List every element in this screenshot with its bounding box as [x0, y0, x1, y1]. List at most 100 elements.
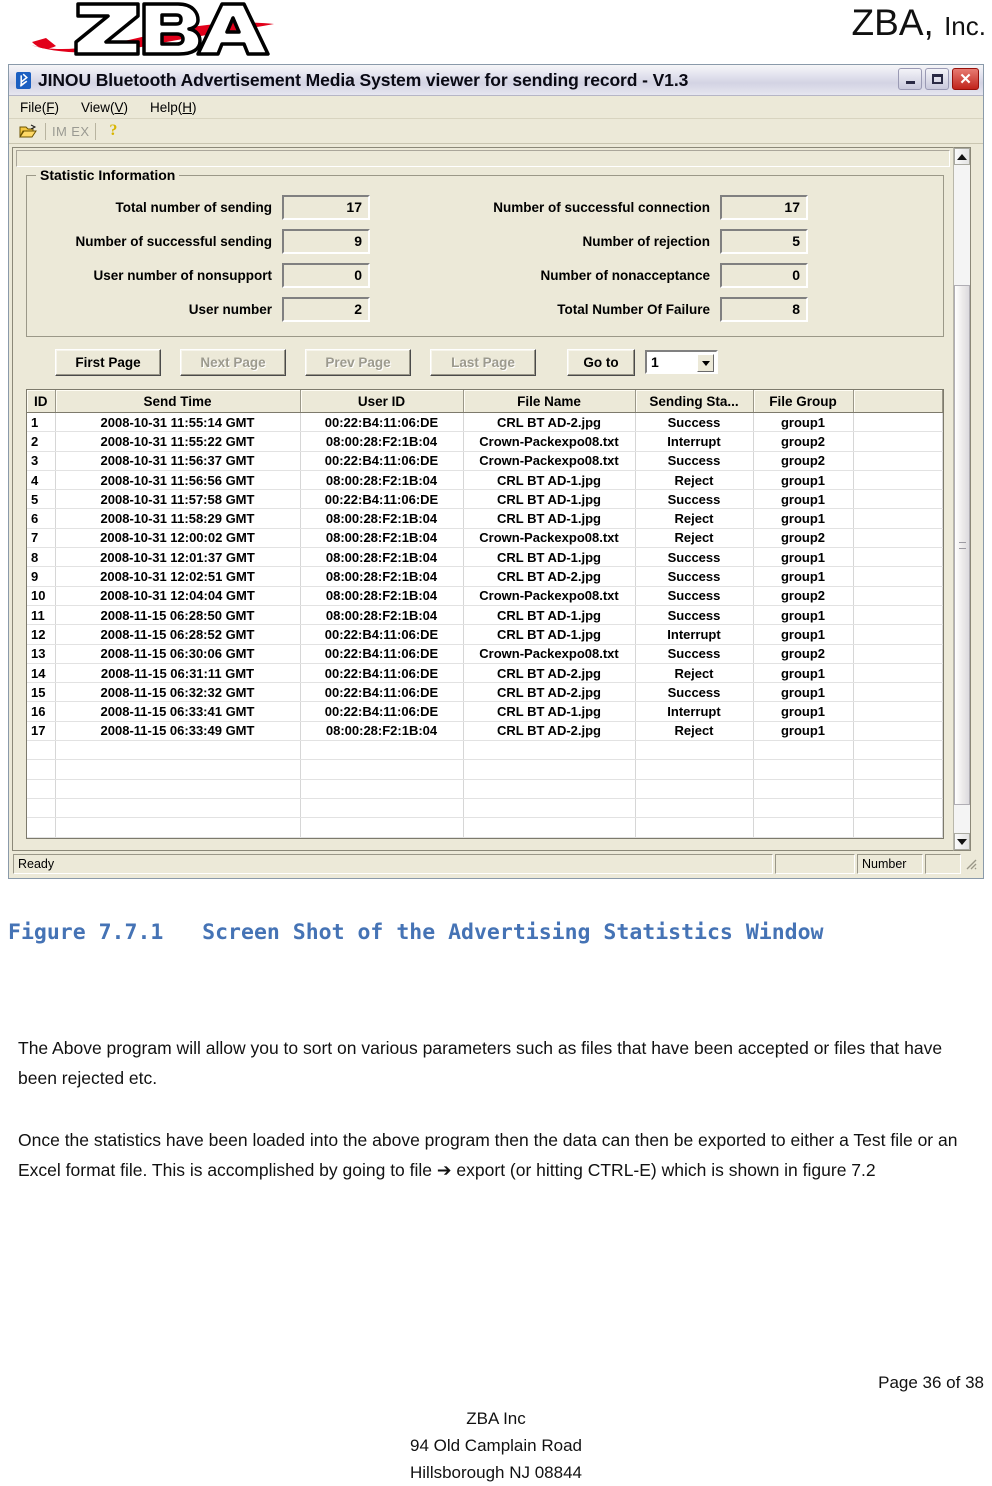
menu-item-help[interactable]: Help(H) — [147, 99, 200, 116]
cell-empty — [300, 740, 464, 761]
label-total-number-of-sending: Total number of sending — [115, 199, 273, 215]
go-to-button[interactable]: Go to — [567, 348, 635, 376]
table-row-empty[interactable] — [27, 779, 943, 799]
records-grid[interactable]: ID Send Time User ID File Name Sending S… — [26, 389, 944, 839]
cell-file-name: CRL BT AD-1.jpg — [463, 508, 636, 529]
next-page-button[interactable]: Next Page — [180, 348, 286, 376]
cell-id: 8 — [27, 547, 56, 568]
cell-user-id: 08:00:28:F2:1B:04 — [300, 566, 464, 587]
cell-file-name: Crown-Packexpo08.txt — [463, 586, 636, 606]
scroll-up-button[interactable] — [954, 148, 970, 165]
prev-page-button[interactable]: Prev Page — [305, 348, 411, 376]
table-row-empty[interactable] — [27, 798, 943, 819]
help-icon[interactable]: ? — [100, 120, 126, 142]
table-row[interactable]: 5 2008-10-31 11:57:58 GMT 00:22:B4:11:06:D… — [27, 489, 943, 510]
cell-sending-status: Success — [635, 547, 754, 568]
table-row-empty[interactable] — [27, 740, 943, 761]
menu-item-file[interactable]: File(F) — [17, 99, 62, 116]
cell-empty — [300, 798, 464, 819]
cell-spacer — [853, 663, 943, 684]
cell-user-id: 00:22:B4:11:06:DE — [300, 451, 464, 471]
cell-file-name: Crown-Packexpo08.txt — [463, 528, 636, 549]
field-total-number-of-failure: 8 — [720, 296, 808, 322]
scrollbar-track[interactable] — [954, 165, 970, 833]
close-button[interactable]: ✕ — [952, 68, 979, 90]
cell-file-name: CRL BT AD-1.jpg — [463, 605, 636, 626]
cell-send-time: 2008-10-31 11:56:56 GMT — [55, 470, 301, 491]
stat-row: User number of nonsupport 0 Number of no… — [27, 258, 943, 292]
table-row[interactable]: 16 2008-11-15 06:33:41 GMT 00:22:B4:11:06:… — [27, 701, 943, 722]
cell-spacer — [853, 451, 943, 471]
stat-row: Number of successful sending 9 Number of… — [27, 224, 943, 258]
table-row[interactable]: 11 2008-11-15 06:28:50 GMT 08:00:28:F2:1B:… — [27, 605, 943, 626]
cell-empty — [753, 759, 854, 780]
toolbar-export-button[interactable]: EX — [69, 124, 91, 139]
table-row[interactable]: 10 2008-10-31 12:04:04 GMT 08:00:28:F2:1B:… — [27, 586, 943, 606]
cell-file-group: group1 — [753, 701, 854, 722]
toolbar-import-button[interactable]: IM — [50, 124, 69, 139]
table-row[interactable]: 15 2008-11-15 06:32:32 GMT 00:22:B4:11:06:… — [27, 682, 943, 703]
label-number-of-successful-sending: Number of successful sending — [75, 233, 272, 249]
table-row[interactable]: 8 2008-10-31 12:01:37 GMT 08:00:28:F2:1B:0… — [27, 547, 943, 568]
column-header-spacer[interactable] — [853, 390, 943, 413]
open-folder-icon[interactable] — [15, 120, 41, 142]
maximize-button[interactable] — [925, 68, 949, 90]
table-row[interactable]: 4 2008-10-31 11:56:56 GMT 08:00:28:F2:1B:0… — [27, 470, 943, 491]
cell-user-id: 00:22:B4:11:06:DE — [300, 682, 464, 703]
table-row[interactable]: 14 2008-11-15 06:31:11 GMT 00:22:B4:11:06:… — [27, 663, 943, 684]
scroll-down-button[interactable] — [954, 833, 970, 850]
cell-file-group: group1 — [753, 605, 854, 626]
table-row-empty[interactable] — [27, 817, 943, 838]
first-page-button[interactable]: First Page — [55, 348, 161, 376]
cell-empty — [635, 817, 754, 838]
table-row[interactable]: 7 2008-10-31 12:00:02 GMT 08:00:28:F2:1B:0… — [27, 528, 943, 549]
label-user-number: User number — [188, 301, 272, 317]
minimize-button[interactable] — [898, 68, 922, 90]
cell-file-group: group1 — [753, 508, 854, 529]
cell-empty — [300, 779, 464, 799]
table-row[interactable]: 6 2008-10-31 11:58:29 GMT 08:00:28:F2:1B:0… — [27, 508, 943, 529]
label-number-of-successful-connection: Number of successful connection — [493, 199, 710, 215]
table-row[interactable]: 9 2008-10-31 12:02:51 GMT 08:00:28:F2:1B:0… — [27, 566, 943, 587]
cell-spacer — [853, 566, 943, 587]
chevron-down-icon[interactable] — [697, 354, 714, 372]
top-edit-strip — [16, 150, 950, 167]
resize-grip-icon[interactable] — [963, 856, 979, 872]
cell-user-id: 08:00:28:F2:1B:04 — [300, 547, 464, 568]
menu-item-view[interactable]: View(V) — [78, 99, 131, 116]
column-header-send-time[interactable]: Send Time — [55, 390, 301, 413]
table-row[interactable]: 2 2008-10-31 11:55:22 GMT 08:00:28:F2:1B:0… — [27, 431, 943, 452]
vertical-scrollbar[interactable] — [953, 147, 971, 851]
cell-send-time: 2008-11-15 06:28:52 GMT — [55, 624, 301, 645]
cell-sending-status: Success — [635, 605, 754, 626]
cell-empty — [463, 740, 636, 761]
cell-send-time: 2008-10-31 11:56:37 GMT — [55, 451, 301, 471]
last-page-button[interactable]: Last Page — [430, 348, 536, 376]
label-number-of-rejection: Number of rejection — [582, 233, 710, 249]
cell-id: 15 — [27, 682, 56, 703]
cell-sending-status: Success — [635, 451, 754, 471]
column-header-sending-status[interactable]: Sending Sta... — [635, 390, 754, 413]
table-row[interactable]: 13 2008-11-15 06:30:06 GMT 00:22:B4:11:06:… — [27, 644, 943, 664]
cell-file-name: CRL BT AD-1.jpg — [463, 489, 636, 510]
cell-file-group: group2 — [753, 528, 854, 549]
column-header-id[interactable]: ID — [27, 390, 56, 413]
cell-user-id: 08:00:28:F2:1B:04 — [300, 721, 464, 742]
cell-send-time: 2008-10-31 11:57:58 GMT — [55, 489, 301, 510]
cell-id: 7 — [27, 528, 56, 549]
table-row[interactable]: 17 2008-11-15 06:33:49 GMT 08:00:28:F2:1B:… — [27, 721, 943, 742]
table-row[interactable]: 12 2008-11-15 06:28:52 GMT 00:22:B4:11:06:… — [27, 624, 943, 645]
column-header-file-group[interactable]: File Group — [753, 390, 854, 413]
cell-id: 14 — [27, 663, 56, 684]
page-select-dropdown[interactable]: 1 — [645, 350, 718, 374]
table-row[interactable]: 3 2008-10-31 11:56:37 GMT 00:22:B4:11:06:D… — [27, 451, 943, 471]
cell-empty — [463, 779, 636, 799]
scrollbar-thumb[interactable] — [954, 285, 970, 805]
table-row[interactable]: 1 2008-10-31 11:55:14 GMT 00:22:B4:11:06:D… — [27, 412, 943, 433]
column-header-file-name[interactable]: File Name — [463, 390, 636, 413]
cell-id: 1 — [27, 412, 56, 433]
cell-empty — [55, 817, 301, 838]
cell-user-id: 00:22:B4:11:06:DE — [300, 701, 464, 722]
column-header-user-id[interactable]: User ID — [300, 390, 464, 413]
table-row-empty[interactable] — [27, 759, 943, 780]
